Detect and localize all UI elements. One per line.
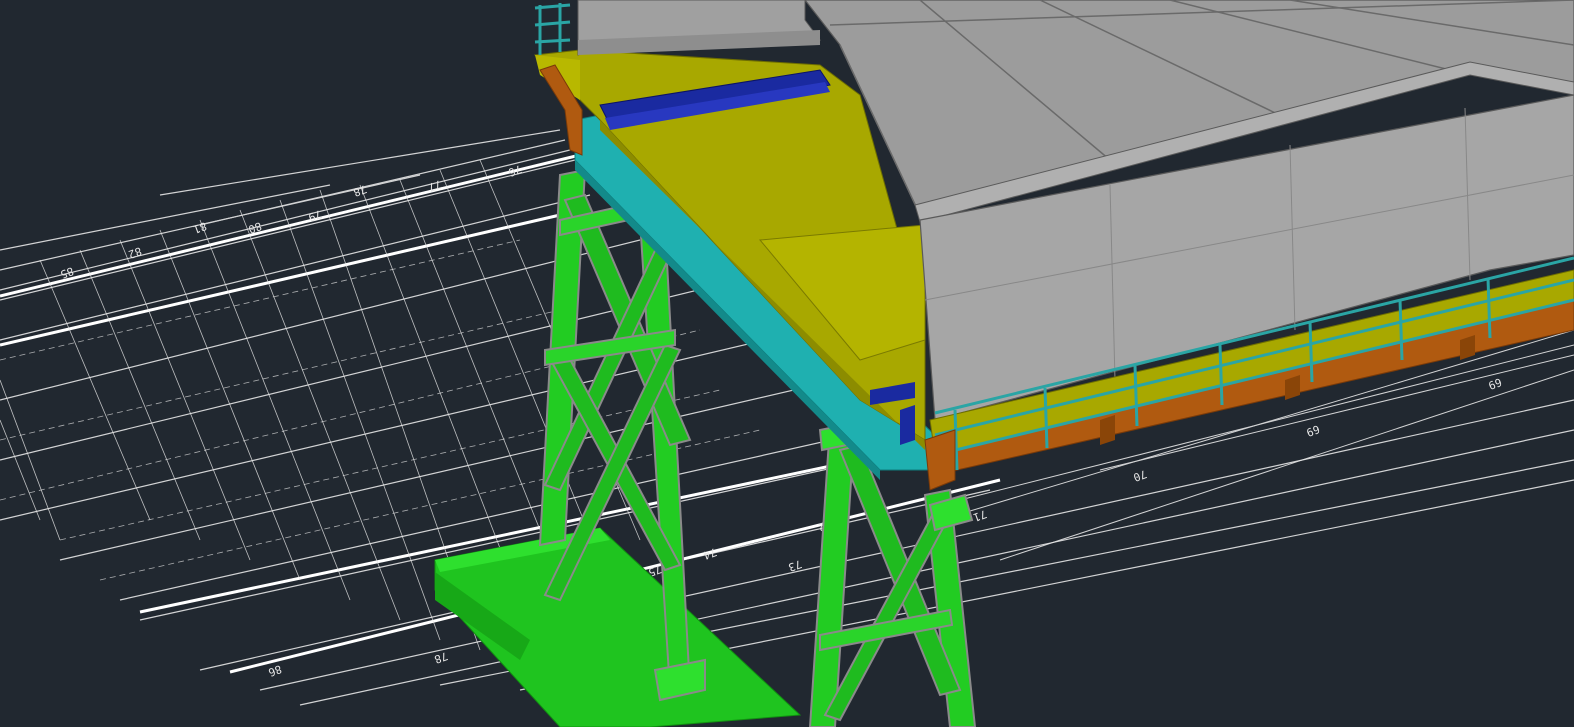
corner-bracket xyxy=(924,429,956,491)
dim-label: 69 xyxy=(1305,422,1322,439)
dim-label: 73 xyxy=(787,557,804,574)
dim-label: 86 xyxy=(267,662,284,679)
dim-label: 69 xyxy=(1487,375,1504,392)
foundation-slab[interactable] xyxy=(434,527,802,727)
building-upper-wall[interactable] xyxy=(577,0,821,56)
dim-label: 70 xyxy=(1132,467,1149,484)
cad-model-viewport[interactable]: 85 82 80 81 79 78 77 76 75 74 73 72 71 7… xyxy=(0,0,1574,727)
dim-label: 78 xyxy=(352,182,369,199)
cad-3d-scene[interactable]: 85 82 80 81 79 78 77 76 75 74 73 72 71 7… xyxy=(0,0,1574,727)
dim-label: 81 xyxy=(192,219,209,236)
dim-label: 74 xyxy=(701,545,718,562)
